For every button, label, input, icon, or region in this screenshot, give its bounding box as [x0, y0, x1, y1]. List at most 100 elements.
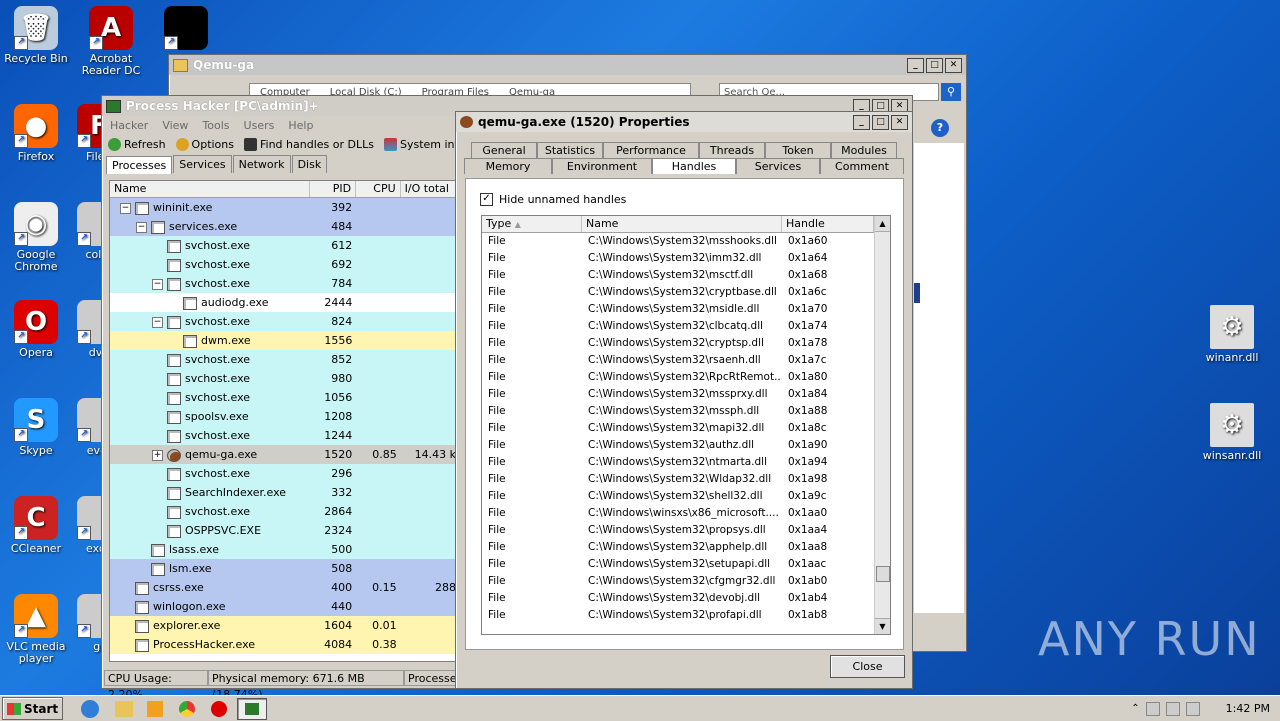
process-row[interactable]: audiodg.exe 2444	[110, 293, 460, 312]
col-pid[interactable]: PID	[310, 181, 357, 197]
desktop-icon-firefox[interactable]: ● ↗ Firefox	[0, 104, 72, 163]
desktop-icon-winsanr-dll[interactable]: ⚙ winsanr.dll	[1196, 403, 1268, 462]
process-row[interactable]: spoolsv.exe 1208	[110, 407, 460, 426]
col-type[interactable]: Type ▲	[482, 216, 582, 232]
tree-expander-icon[interactable]: −	[136, 221, 147, 233]
process-row[interactable]: − services.exe 484	[110, 217, 460, 236]
options-button[interactable]: Options	[175, 138, 234, 151]
ie-icon[interactable]	[81, 699, 100, 718]
menu-item-tools[interactable]: Tools	[202, 119, 229, 132]
scroll-down-arrow[interactable]: ▼	[875, 618, 890, 634]
close-dialog-button[interactable]: Close	[830, 655, 905, 678]
handle-row[interactable]: File C:\Windows\System32\cfgmgr32.dll 0x1a…	[482, 573, 890, 590]
handle-row[interactable]: File C:\Windows\System32\imm32.dll 0x1a64	[482, 250, 890, 267]
handles-list[interactable]: Type ▲ Name Handle File C:\Windows\System…	[481, 215, 891, 635]
process-tree[interactable]: Name PID CPU I/O total − wininit.exe 392− s…	[109, 180, 460, 662]
process-row[interactable]: svchost.exe 296	[110, 464, 460, 483]
desktop-icon-google-chrome[interactable]: ◉ ↗ Google Chrome	[0, 202, 72, 273]
process-row[interactable]: − svchost.exe 784	[110, 274, 460, 293]
handle-row[interactable]: File C:\Windows\System32\mapi32.dll 0x1a8c	[482, 420, 890, 437]
process-row[interactable]: ProcessHacker.exe 4084 0.38	[110, 635, 460, 654]
flag-icon[interactable]	[1145, 701, 1160, 716]
handle-row[interactable]: File C:\Windows\winsxs\x86_microsoft.... 0…	[482, 505, 890, 522]
desktop-icon-acrobat-reader-dc[interactable]: A ↗ Acrobat Reader DC	[75, 6, 147, 77]
chrome-taskbar-icon[interactable]	[179, 700, 196, 717]
media-player-icon[interactable]	[147, 700, 164, 717]
minimize-button[interactable]: _	[907, 57, 924, 73]
process-row[interactable]: svchost.exe 980	[110, 369, 460, 388]
desktop-icon-winanr-dll[interactable]: ⚙ winanr.dll	[1196, 305, 1268, 364]
process-row[interactable]: − wininit.exe 392	[110, 198, 460, 217]
handle-row[interactable]: File C:\Windows\System32\authz.dll 0x1a90	[482, 437, 890, 454]
handle-row[interactable]: File C:\Windows\System32\mssprxy.dll 0x1a8…	[482, 386, 890, 403]
process-row[interactable]: csrss.exe 400 0.15 288	[110, 578, 460, 597]
process-row[interactable]: svchost.exe 1056	[110, 388, 460, 407]
properties-titlebar[interactable]: qemu-ga.exe (1520) Properties _ □ ✕	[456, 112, 912, 132]
tab-services[interactable]: Services	[173, 155, 232, 173]
handle-row[interactable]: File C:\Windows\System32\mssph.dll 0x1a88	[482, 403, 890, 420]
col-io[interactable]: I/O total	[401, 181, 460, 197]
vertical-scrollbar[interactable]: ▲ ▼	[874, 216, 890, 634]
handle-row[interactable]: File C:\Windows\System32\msidle.dll 0x1a70	[482, 301, 890, 318]
start-button[interactable]: Start	[2, 697, 64, 720]
clock[interactable]: 1:42 PM	[1226, 702, 1270, 715]
speaker-icon[interactable]	[1185, 701, 1200, 716]
handle-row[interactable]: File C:\Windows\System32\apphelp.dll 0x1aa…	[482, 539, 890, 556]
handle-row[interactable]: File C:\Windows\System32\profapi.dll 0x1ab…	[482, 607, 890, 624]
tab-network[interactable]: Network	[232, 155, 291, 173]
tab-token[interactable]: Token	[765, 142, 831, 158]
process-row[interactable]: svchost.exe 852	[110, 350, 460, 369]
tree-expander-icon[interactable]: −	[120, 202, 131, 214]
handle-row[interactable]: File C:\Windows\System32\setupapi.dll 0x1a…	[482, 556, 890, 573]
handle-row[interactable]: File C:\Windows\System32\RpcRtRemot... 0x1…	[482, 369, 890, 386]
handle-row[interactable]: File C:\Windows\System32\rsaenh.dll 0x1a7c	[482, 352, 890, 369]
maximize-button[interactable]: □	[926, 57, 943, 73]
tab-threads[interactable]: Threads	[699, 142, 765, 158]
tab-comment[interactable]: Comment	[820, 158, 904, 174]
process-row[interactable]: svchost.exe 1244	[110, 426, 460, 445]
explorer-taskbar-icon[interactable]	[115, 700, 134, 717]
menu-item-hacker[interactable]: Hacker	[110, 119, 148, 132]
col-cpu[interactable]: CPU	[356, 181, 401, 197]
process-row[interactable]: svchost.exe 612	[110, 236, 460, 255]
search-icon[interactable]: ⚲	[941, 83, 961, 101]
tab-environment[interactable]: Environment	[552, 158, 652, 174]
col-handle[interactable]: Handle	[782, 216, 874, 232]
process-row[interactable]: lsass.exe 500	[110, 540, 460, 559]
process-row[interactable]: svchost.exe 692	[110, 255, 460, 274]
process-row[interactable]: dwm.exe 1556	[110, 331, 460, 350]
minimize-button[interactable]: _	[853, 114, 870, 130]
process-row[interactable]: explorer.exe 1604 0.01	[110, 616, 460, 635]
process-hacker-taskbar-button[interactable]	[237, 697, 268, 720]
tree-expander-icon[interactable]: +	[152, 449, 163, 461]
handle-row[interactable]: File C:\Windows\System32\msshooks.dll 0x1a…	[482, 233, 890, 250]
process-row[interactable]: − svchost.exe 824	[110, 312, 460, 331]
tree-expander-icon[interactable]: −	[152, 278, 163, 290]
process-row[interactable]: svchost.exe 2864	[110, 502, 460, 521]
tab-modules[interactable]: Modules	[831, 142, 897, 158]
menu-item-users[interactable]: Users	[244, 119, 275, 132]
desktop-icon-ccleaner[interactable]: C ↗ CCleaner	[0, 496, 72, 555]
handle-row[interactable]: File C:\Windows\System32\cryptbase.dll 0x1…	[482, 284, 890, 301]
process-row[interactable]: winlogon.exe 440	[110, 597, 460, 616]
menu-item-help[interactable]: Help	[288, 119, 313, 132]
desktop-icon-skype[interactable]: S ↗ Skype	[0, 398, 72, 457]
process-row[interactable]: + qemu-ga.exe 1520 0.85 14.43 k	[110, 445, 460, 464]
handle-row[interactable]: File C:\Windows\System32\propsys.dll 0x1aa…	[482, 522, 890, 539]
handle-row[interactable]: File C:\Windows\System32\cryptsp.dll 0x1a7…	[482, 335, 890, 352]
col-name[interactable]: Name	[110, 181, 310, 197]
tab-statistics[interactable]: Statistics	[537, 142, 603, 158]
tab-services[interactable]: Services	[736, 158, 820, 174]
tab-disk[interactable]: Disk	[291, 155, 328, 173]
hide-unnamed-checkbox[interactable]: ✓ Hide unnamed handles	[480, 193, 626, 206]
menu-item-view[interactable]: View	[162, 119, 188, 132]
handle-row[interactable]: File C:\Windows\System32\clbcatq.dll 0x1a7…	[482, 318, 890, 335]
system-info-button[interactable]: System info	[383, 138, 465, 151]
find-handles-button[interactable]: Find handles or DLLs	[244, 138, 374, 151]
tab-handles[interactable]: Handles	[652, 158, 736, 174]
desktop-icon-vlc-media-player[interactable]: ▲ ↗ VLC media player	[0, 594, 72, 665]
scroll-up-arrow[interactable]: ▲	[875, 216, 890, 232]
handle-row[interactable]: File C:\Windows\System32\devobj.dll 0x1ab4	[482, 590, 890, 607]
tree-expander-icon[interactable]: −	[152, 316, 163, 328]
network-icon[interactable]	[1165, 701, 1180, 716]
